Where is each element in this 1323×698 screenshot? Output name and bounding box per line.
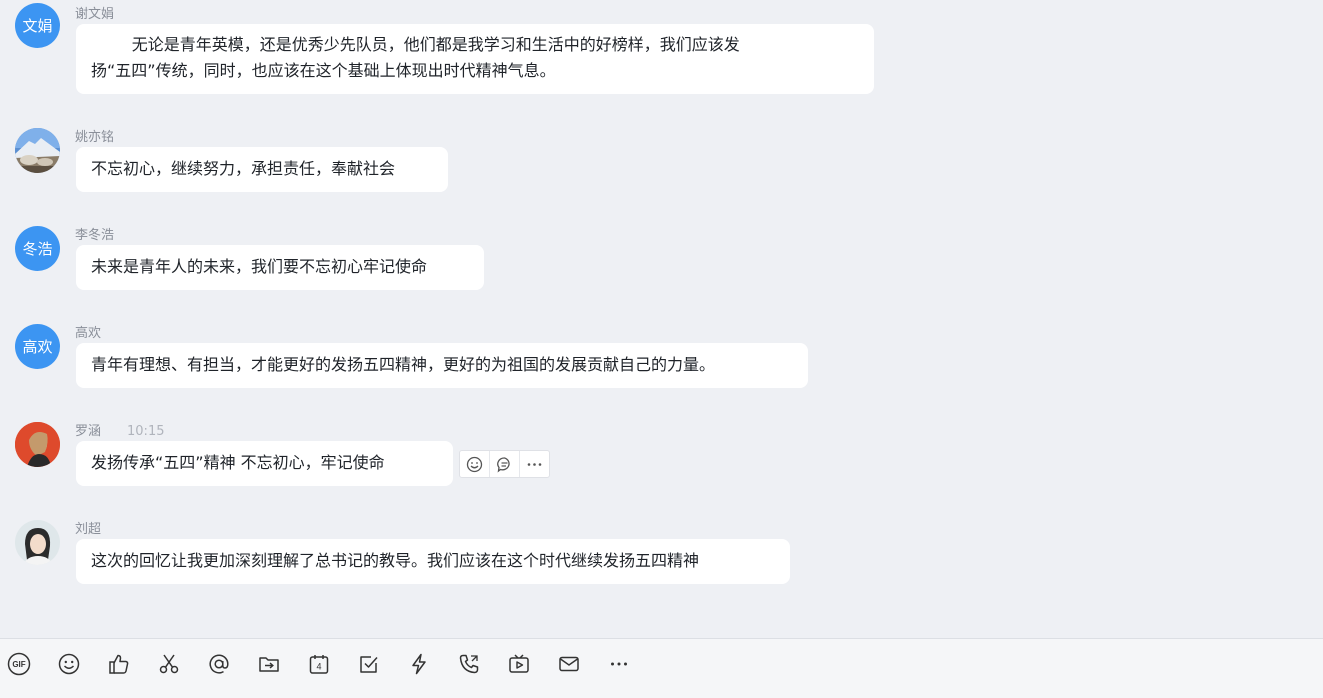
mail-button[interactable] — [556, 651, 582, 677]
avatar-initials: 冬浩 — [22, 240, 53, 258]
message-bubble[interactable]: 未来是青年人的未来，我们要不忘初心牢记使命 — [76, 245, 484, 290]
lightning-icon — [412, 653, 426, 675]
reply-comment-icon — [497, 456, 510, 472]
phone-call-icon — [459, 654, 479, 674]
mention-icon — [209, 654, 229, 674]
avatar-photo-person — [15, 520, 60, 565]
sender-name: 谢文娟 — [75, 7, 115, 22]
svg-text:GIF: GIF — [12, 660, 25, 669]
chat-message-list: 文娟 谢文娟 无论是青年英模，还是优秀少先队员，他们都是我学习和生活中的好榜样，… — [0, 0, 1323, 638]
avatar-photo-person — [15, 422, 60, 467]
like-button[interactable] — [106, 651, 132, 677]
emoji-reaction-button[interactable] — [460, 451, 490, 477]
task-button[interactable] — [356, 651, 382, 677]
gif-icon: GIF — [7, 652, 31, 676]
message-bubble[interactable]: 发扬传承“五四”精神 不忘初心，牢记使命 — [76, 441, 453, 486]
avatar[interactable]: 高欢 — [15, 324, 60, 369]
svg-text:4: 4 — [316, 662, 321, 672]
avatar[interactable] — [15, 520, 60, 565]
avatar[interactable]: 冬浩 — [15, 226, 60, 271]
avatar[interactable] — [15, 128, 60, 173]
more-icon — [611, 662, 627, 666]
emoji-button[interactable] — [56, 651, 82, 677]
checkbox-icon — [360, 656, 378, 673]
more-icon — [527, 462, 542, 466]
message-bubble[interactable]: 青年有理想、有担当，才能更好的发扬五四精神，更好的为祖国的发展贡献自己的力量。 — [76, 343, 808, 388]
sender-name: 李冬浩 — [75, 228, 115, 243]
video-icon — [509, 654, 529, 673]
message-bubble[interactable]: 这次的回忆让我更加深刻理解了总书记的教导。我们应该在这个时代继续发扬五四精神 — [76, 539, 790, 584]
emoji-icon — [58, 653, 80, 675]
scissors-icon — [159, 654, 179, 674]
calendar-icon: 4 — [309, 655, 329, 674]
sender-name: 姚亦铭 — [75, 130, 115, 145]
more-tools-button[interactable] — [606, 651, 632, 677]
thumbs-up-icon — [109, 654, 129, 674]
message-time: 10:15 — [127, 424, 165, 439]
folder-send-icon — [259, 657, 279, 672]
sender-name: 刘超 — [75, 522, 102, 537]
send-file-button[interactable] — [256, 651, 282, 677]
message-hover-actions — [459, 450, 550, 478]
message-bubble[interactable]: 不忘初心，继续努力，承担责任，奉献社会 — [76, 147, 448, 192]
video-button[interactable] — [506, 651, 532, 677]
sender-name: 罗涵 10:15 — [75, 420, 164, 439]
emoji-reaction-icon — [466, 456, 483, 472]
reply-comment-button[interactable] — [490, 451, 520, 477]
mail-icon — [559, 656, 579, 672]
quick-action-button[interactable] — [406, 651, 432, 677]
screenshot-button[interactable] — [156, 651, 182, 677]
message-bubble[interactable]: 无论是青年英模，还是优秀少先队员，他们都是我学习和生活中的好榜样，我们应该发 扬… — [76, 24, 874, 94]
avatar-photo-mountain — [15, 128, 60, 173]
avatar[interactable]: 文娟 — [15, 3, 60, 48]
sender-name: 高欢 — [75, 326, 102, 341]
more-button[interactable] — [520, 451, 549, 477]
voice-call-button[interactable] — [456, 651, 482, 677]
calendar-button[interactable]: 4 — [306, 651, 332, 677]
avatar-initials: 文娟 — [22, 17, 53, 35]
avatar-initials: 高欢 — [22, 338, 53, 356]
input-toolbar: GIF 4 — [0, 638, 1323, 698]
gif-button[interactable]: GIF — [6, 651, 32, 677]
sender-name-text: 罗涵 — [75, 424, 102, 439]
mention-button[interactable] — [206, 651, 232, 677]
avatar[interactable] — [15, 422, 60, 467]
